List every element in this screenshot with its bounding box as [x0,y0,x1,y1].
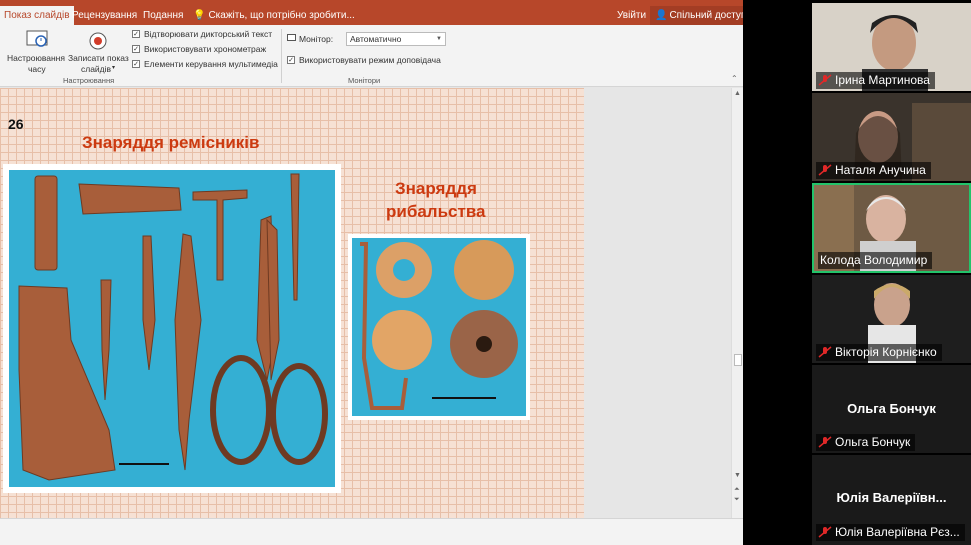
slide-title-crafts: Знаряддя ремісників [82,133,260,152]
scroll-thumb[interactable] [734,354,742,366]
muted-mic-icon [818,436,832,448]
previous-slide-icon[interactable]: ⏶ [734,486,740,494]
monitor-label: Монітор: [299,34,334,44]
muted-mic-icon [818,526,832,538]
tab-slideshow[interactable]: Показ слайдів [0,6,74,25]
rehearse-timings-icon [26,30,48,47]
lightbulb-icon: 💡 [193,10,206,21]
participant-tile[interactable]: Юлія Валеріївн... Юлія Валеріївна Рєз... [812,455,971,545]
tell-me-search[interactable]: 💡 Скажіть, що потрібно зробити... [193,6,355,25]
scroll-down-icon[interactable]: ▼ [734,472,741,479]
participant-name-tag: Вікторія Корнієнко [816,344,942,361]
participant-name: Вікторія Корнієнко [835,345,937,359]
rehearse-timings-label-2: часу [28,64,46,74]
timings-checkbox[interactable]: ✓ [132,45,140,53]
crafts-tools-photo [3,164,341,493]
group-setup-label: Настроювання [63,76,115,85]
timings-label: Використовувати хронометраж [144,44,267,54]
signin-link[interactable]: Увійти [617,6,646,25]
participant-name: Колода Володимир [820,253,928,267]
record-slideshow-button[interactable]: Записати показ слайдів ▾ [67,27,131,74]
participant-name: Юлія Валеріївна Рєз... [835,525,960,539]
crafts-tools-image [18,173,328,481]
scroll-up-icon[interactable]: ▲ [734,90,741,97]
group-divider [281,29,282,83]
powerpoint-window: Показ слайдів Рецензування Подання 💡 Скаж… [0,0,743,545]
participant-name-tag: Ірина Мартинова [816,72,935,89]
participant-display-name: Ольга Бончук [847,401,936,416]
participant-tile-active-speaker[interactable]: Колода Володимир [812,183,971,273]
next-slide-icon[interactable]: ⏷ [734,496,740,504]
participant-tile[interactable]: Ольга Бончук Ольга Бончук [812,365,971,453]
muted-mic-icon [818,164,832,176]
participant-name: Ольга Бончук [835,435,911,449]
ribbon-tab-bar: Показ слайдів Рецензування Подання 💡 Скаж… [0,6,743,25]
muted-mic-icon [818,346,832,358]
slide-edit-area: 26 Знаряддя ремісників Знаряддя рибальст… [0,88,731,518]
chevron-down-icon: ▼ [436,36,442,42]
vertical-scrollbar[interactable]: ▲ ▼ ⏶ ⏷ [731,88,743,518]
fishing-tools-photo [348,234,530,420]
presenter-view-checkbox[interactable]: ✓ [287,56,295,64]
slide[interactable]: 26 Знаряддя ремісників Знаряддя рибальст… [0,88,584,518]
monitor-select[interactable]: Автоматично ▼ [346,32,446,46]
person-icon: 👤 [655,10,668,21]
tab-review[interactable]: Рецензування [72,6,137,25]
muted-mic-icon [818,74,832,86]
collapse-ribbon-icon[interactable]: ⌃ [731,74,738,83]
participant-name: Наталя Анучина [835,163,926,177]
slide-title-fishing-2: рибальства [386,202,486,221]
slide-title-fishing-1: Знаряддя [395,179,477,198]
fishing-tools-image [360,240,518,410]
record-icon [89,32,107,50]
record-label-2: слайдів [81,64,112,74]
participant-name-tag: Ольга Бончук [816,434,916,451]
rehearse-timings-button[interactable]: Настроювання часу [4,27,68,74]
share-label: Спільний доступ [669,10,743,21]
record-label-1: Записати показ [68,53,129,63]
narration-label: Відтворювати дикторський текст [144,29,273,39]
slide-number: 26 [8,116,24,132]
presenter-view-label: Використовувати режим доповідача [299,55,441,65]
monitor-icon [287,34,296,41]
participant-name-tag: Колода Володимир [818,252,933,269]
media-controls-label: Елементи керування мультимедіа [144,59,278,69]
ribbon: Настроювання часу Записати показ слайдів… [0,25,743,87]
monitor-select-value: Автоматично [350,34,402,44]
tab-view[interactable]: Подання [143,6,183,25]
tell-me-hint: Скажіть, що потрібно зробити... [208,10,355,21]
participant-tile[interactable]: Наталя Анучина [812,93,971,181]
media-controls-checkbox[interactable]: ✓ [132,60,140,68]
chevron-down-icon: ▾ [112,65,116,71]
participant-display-name: Юлія Валеріївн... [836,490,947,505]
participant-name: Ірина Мартинова [835,73,930,87]
narration-checkbox[interactable]: ✓ [132,30,140,38]
share-button[interactable]: 👤 Спільний доступ [650,6,743,25]
status-bar [0,518,743,545]
participant-tile[interactable]: Вікторія Корнієнко [812,275,971,363]
group-monitors-label: Монітори [348,76,381,85]
participant-name-tag: Наталя Анучина [816,162,931,179]
participant-name-tag: Юлія Валеріївна Рєз... [816,524,965,541]
participant-tile[interactable]: Ірина Мартинова [812,3,971,91]
rehearse-timings-label-1: Настроювання [7,53,65,63]
